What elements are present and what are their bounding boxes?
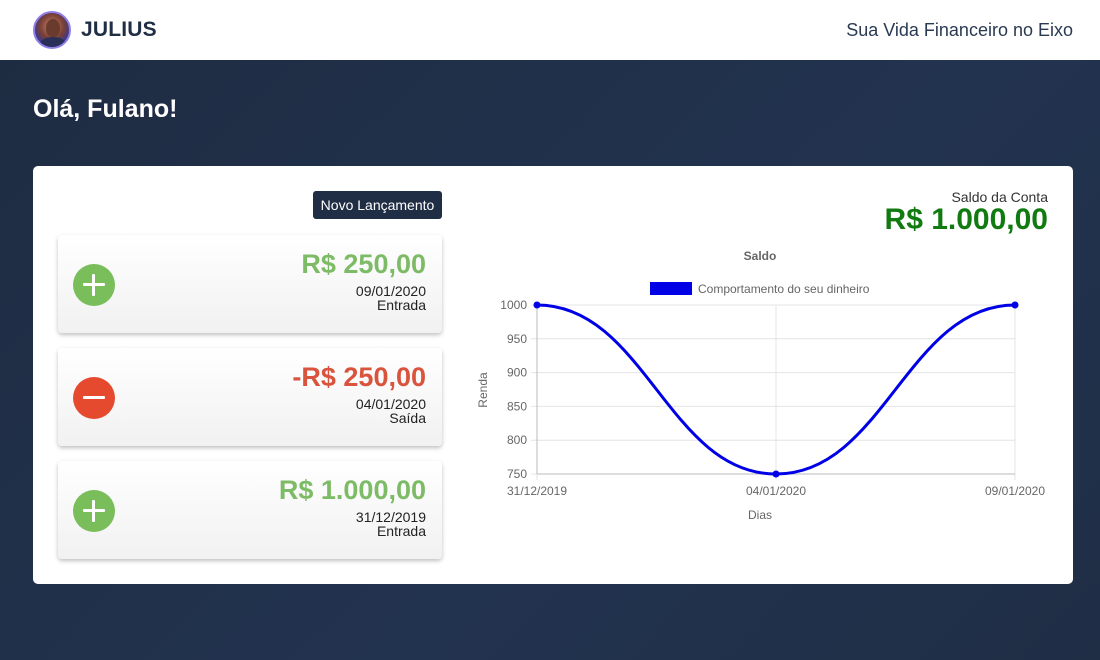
avatar [33,11,71,49]
transaction-amount: R$ 1.000,00 [278,475,426,505]
tagline: Sua Vida Financeiro no Eixo [846,19,1073,40]
minus-icon [73,377,115,419]
top-bar: JULIUS Sua Vida Financeiro no Eixo [0,0,1100,60]
transaction-card[interactable]: -R$ 250,00 04/01/2020 Saída [58,348,442,446]
x-tick-label: 04/01/2020 [746,484,806,498]
transaction-amount: -R$ 250,00 [292,362,426,392]
x-tick-label: 09/01/2020 [985,484,1045,498]
x-tick-label: 31/12/2019 [507,484,567,498]
data-point [533,301,541,309]
brand-name: JULIUS [81,18,157,41]
transaction-amount: R$ 250,00 [301,249,426,279]
y-tick-label: 850 [507,399,527,413]
y-tick-label: 950 [507,332,527,346]
y-tick-label: 1000 [500,298,527,312]
data-point [1011,301,1019,309]
transaction-kind: Entrada [376,297,426,313]
chart-svg: Saldo Comportamento do seu dinheiro 750 800… [476,249,1045,522]
y-tick-label: 750 [507,467,527,481]
x-axis-label: Dias [748,508,772,522]
plus-icon [73,264,115,306]
plus-icon [73,490,115,532]
legend-label: Comportamento do seu dinheiro [698,282,870,296]
balance-value: R$ 1.000,00 [884,203,1048,236]
legend-swatch [650,282,692,295]
transaction-card[interactable]: R$ 1.000,00 31/12/2019 Entrada [58,461,442,559]
dashboard-panel: Novo Lançamento R$ 250,00 09/01/2020 Ent… [33,166,1073,584]
brand[interactable]: JULIUS [33,11,157,49]
balance-chart: Saldo Comportamento do seu dinheiro 750 800… [473,241,1063,531]
y-tick-label: 800 [507,433,527,447]
transaction-kind: Entrada [376,523,426,539]
transaction-card[interactable]: R$ 250,00 09/01/2020 Entrada [58,235,442,333]
y-axis-label: Renda [476,372,490,408]
greeting: Olá, Fulano! [33,95,178,123]
new-entry-button[interactable]: Novo Lançamento [313,191,442,219]
transaction-kind: Saída [389,410,426,426]
y-tick-label: 900 [507,366,527,380]
data-point [772,470,780,478]
chart-title: Saldo [744,249,777,263]
